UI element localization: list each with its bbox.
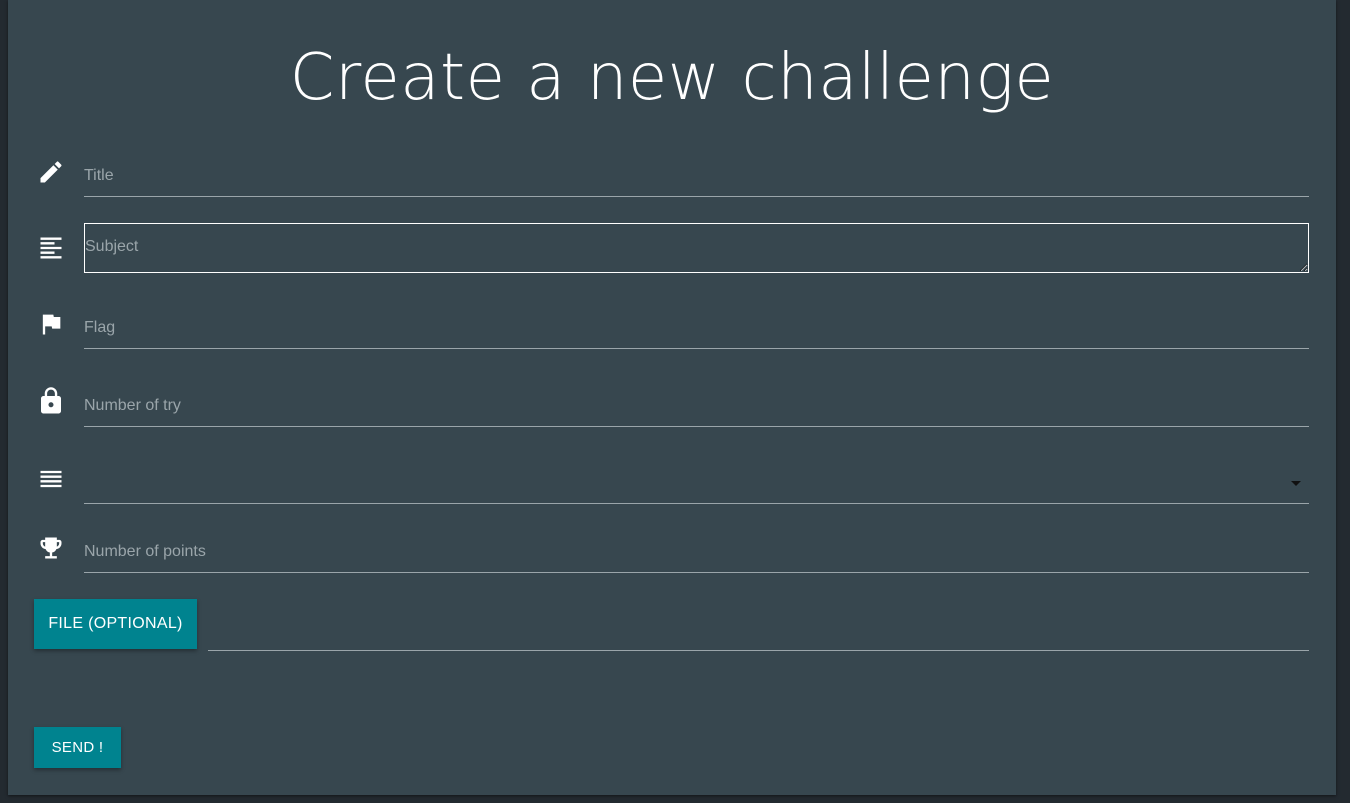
trophy-icon [34, 531, 68, 565]
points-input[interactable] [84, 531, 1309, 572]
file-path-field[interactable] [208, 650, 1309, 651]
create-challenge-card: Create a new challenge Title Subject Fla… [8, 0, 1336, 795]
flag-input[interactable] [84, 307, 1309, 348]
subject-textarea[interactable] [84, 223, 1309, 273]
subject-row [34, 223, 1309, 273]
flag-row [34, 307, 1309, 357]
file-optional-button[interactable]: FILE (OPTIONAL) [34, 599, 197, 649]
title-input[interactable] [84, 155, 1309, 196]
tries-row [34, 385, 1309, 435]
page-title: Create a new challenge [289, 41, 1055, 115]
title-field [84, 155, 1309, 197]
flag-icon [34, 307, 68, 341]
category-row [34, 462, 1309, 512]
flag-field [84, 307, 1309, 349]
title-row [34, 155, 1309, 205]
category-select[interactable] [84, 462, 1309, 504]
caret-down-icon [1291, 481, 1301, 486]
points-row [34, 531, 1309, 581]
points-field [84, 531, 1309, 573]
pencil-icon [34, 155, 68, 189]
list-icon [34, 462, 68, 496]
send-button[interactable]: SEND ! [34, 727, 121, 768]
lock-icon [34, 384, 68, 418]
tries-field [84, 385, 1309, 427]
align-left-icon [34, 231, 68, 265]
tries-input[interactable] [84, 385, 1309, 426]
